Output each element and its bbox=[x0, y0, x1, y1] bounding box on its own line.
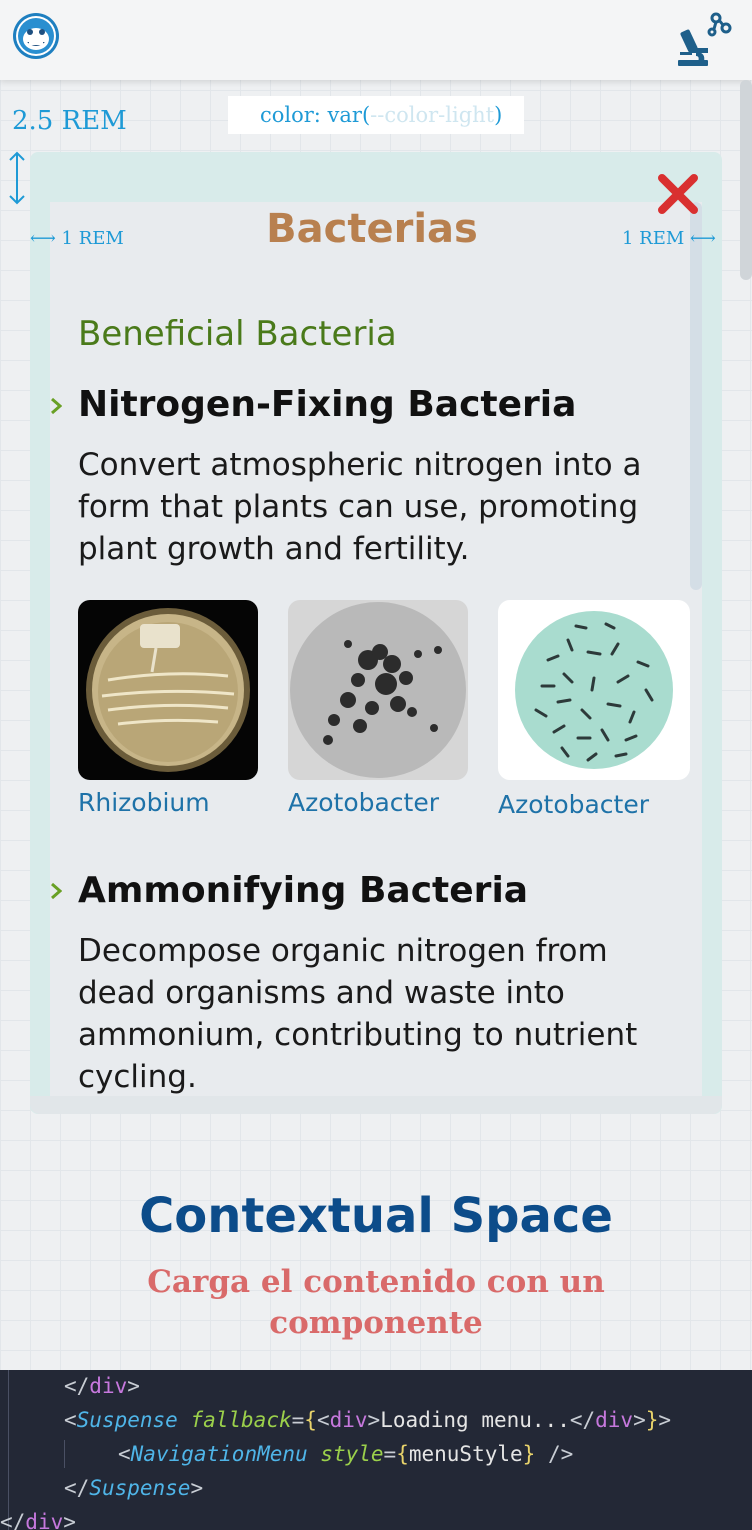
item-description: Convert atmospheric nitrogen into a form… bbox=[78, 447, 642, 567]
stain-graphic bbox=[515, 611, 673, 769]
code-attr: fallback bbox=[190, 1408, 292, 1432]
modal-title: Bacterias bbox=[266, 206, 478, 252]
rhizobium-image[interactable] bbox=[78, 600, 258, 780]
code-line-1: </div> bbox=[64, 1374, 140, 1398]
page-scrollbar[interactable] bbox=[740, 80, 752, 285]
code-value: menuStyle bbox=[408, 1442, 523, 1466]
right-padding-label: 1 REM bbox=[622, 228, 685, 249]
azotobacter-micrograph-image[interactable] bbox=[288, 600, 468, 780]
code-component: Suspense bbox=[76, 1408, 178, 1432]
modal-footer-edge bbox=[30, 1096, 722, 1114]
microscope-icon[interactable] bbox=[670, 8, 734, 70]
code-tag: div bbox=[329, 1408, 368, 1432]
page-scroll-thumb[interactable] bbox=[740, 80, 752, 280]
css-note-var: --color-light bbox=[370, 103, 495, 127]
image-caption: Rhizobium bbox=[78, 788, 210, 817]
code-component: NavigationMenu bbox=[130, 1442, 308, 1466]
section-title: Beneficial Bacteria bbox=[78, 314, 397, 354]
monkey-astronaut-icon[interactable] bbox=[12, 12, 60, 60]
code-text: Loading menu... bbox=[380, 1408, 570, 1432]
code-line-3: <NavigationMenu style={menuStyle} /> bbox=[118, 1442, 574, 1466]
contextual-title: Contextual Space bbox=[139, 1188, 613, 1244]
code-tag: div bbox=[89, 1374, 128, 1398]
css-note-prefix: color: var( bbox=[260, 103, 371, 127]
modal-scrollbar[interactable] bbox=[690, 202, 702, 590]
image-caption: Azotobacter bbox=[498, 790, 650, 819]
code-snippet: </div> <Suspense fallback={<div>Loading … bbox=[0, 1370, 752, 1530]
code-line-2: <Suspense fallback={<div>Loading menu...… bbox=[64, 1408, 672, 1432]
code-line-5: </div> bbox=[0, 1507, 76, 1530]
code-tag: div bbox=[25, 1510, 64, 1530]
item-description: Decompose organic nitrogen from dead org… bbox=[78, 933, 638, 1095]
item-title: Ammonifying Bacteria bbox=[78, 870, 529, 911]
code-line-4: </Suspense> bbox=[64, 1476, 204, 1500]
left-padding-label: 1 REM bbox=[61, 228, 124, 249]
indent-guide bbox=[8, 1370, 9, 1530]
item-title: Nitrogen-Fixing Bacteria bbox=[78, 384, 577, 425]
indent-guide bbox=[64, 1440, 65, 1468]
css-note-suffix: ) bbox=[494, 103, 503, 127]
code-tag: div bbox=[595, 1408, 634, 1432]
code-component: Suspense bbox=[89, 1476, 191, 1500]
top-bar bbox=[0, 0, 752, 80]
right-padding-hint: 1 REM ⟷ bbox=[622, 228, 716, 249]
css-color-note: color: var(--color-light) bbox=[228, 96, 524, 134]
azotobacter-stain-image[interactable] bbox=[498, 600, 690, 780]
image-caption: Azotobacter bbox=[288, 788, 440, 817]
chevron-right-icon bbox=[51, 882, 62, 900]
petri-dish-graphic bbox=[86, 608, 250, 772]
chevron-right-icon bbox=[51, 397, 62, 415]
vertical-arrow-icon bbox=[9, 151, 25, 205]
code-attr: style bbox=[320, 1442, 384, 1466]
left-padding-hint: ⟷ 1 REM bbox=[30, 228, 124, 249]
contextual-subtitle: Carga el contenido con un componente bbox=[147, 1264, 605, 1341]
micrograph-graphic bbox=[290, 602, 466, 778]
top-spacing-label: 2.5 REM bbox=[12, 106, 127, 136]
